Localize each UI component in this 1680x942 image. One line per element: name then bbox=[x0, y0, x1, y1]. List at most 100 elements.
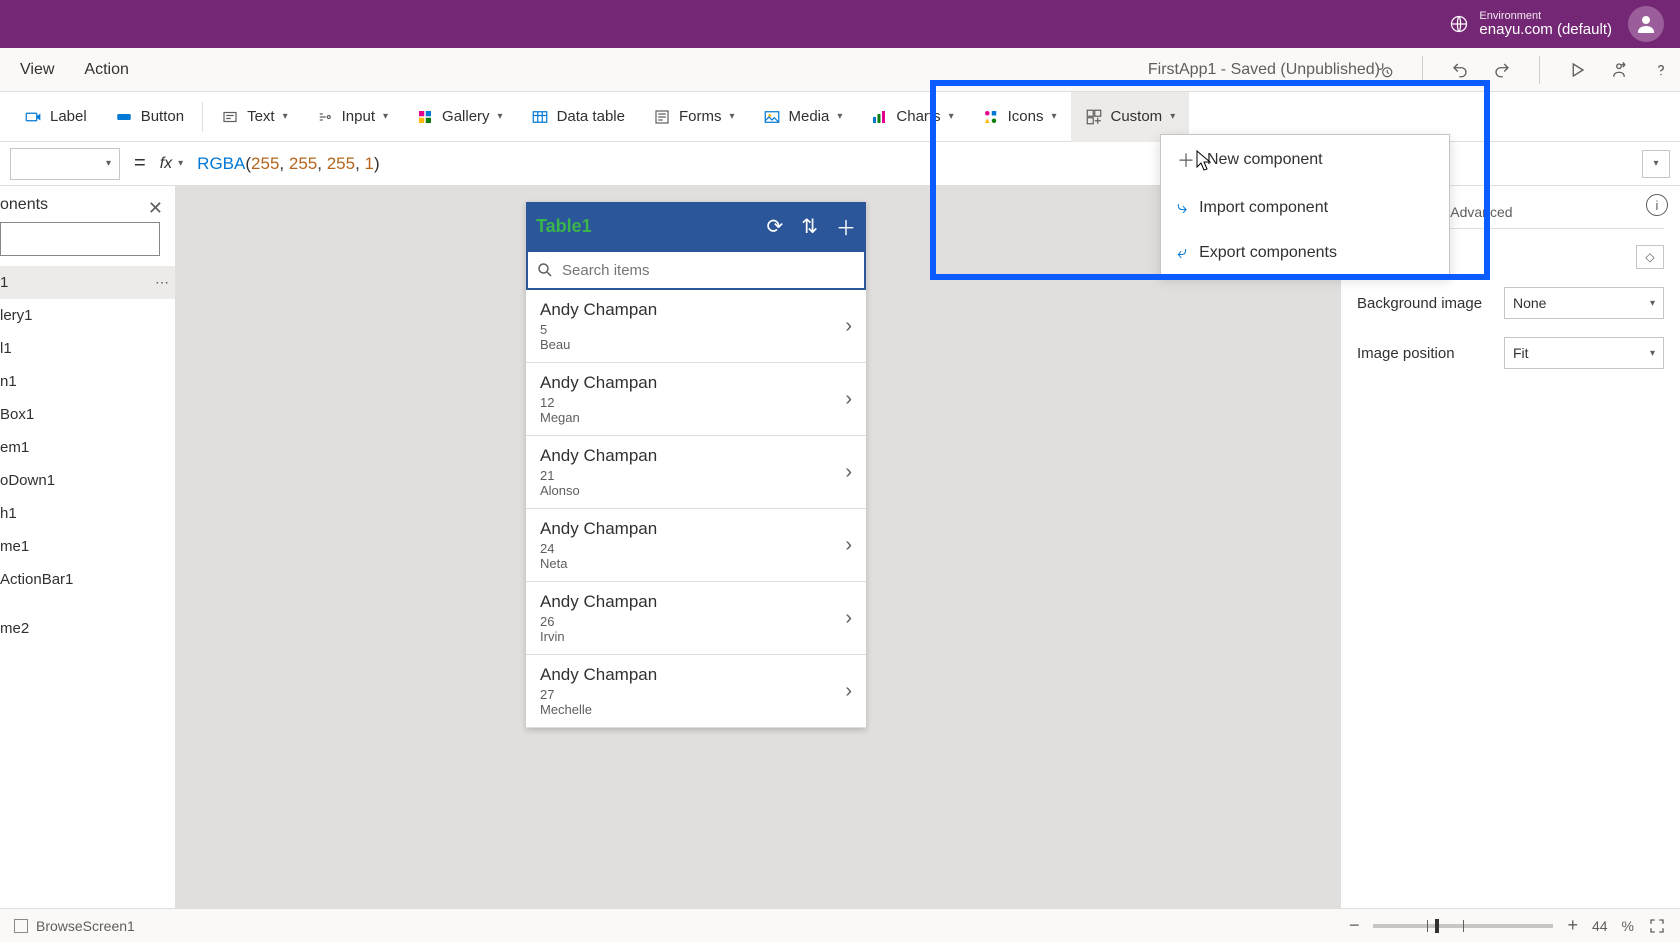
canvas[interactable]: Table1 ⟳ ⇅ ＋ Andy Champan 5 Beau › Andy … bbox=[176, 186, 1340, 908]
charts-icon bbox=[870, 108, 888, 126]
insert-input[interactable]: Input▾ bbox=[302, 92, 402, 142]
tree-item[interactable] bbox=[0, 596, 175, 612]
chevron-down-icon: ▾ bbox=[498, 111, 503, 122]
prop-bgimage-label: Background image bbox=[1357, 295, 1482, 312]
insert-icons[interactable]: Icons ▾ bbox=[968, 92, 1071, 142]
prop-imgpos-row: Image position Fit ▾ bbox=[1357, 337, 1664, 369]
help-icon[interactable] bbox=[1652, 61, 1670, 79]
insert-forms[interactable]: Forms▾ bbox=[639, 92, 749, 142]
undo-icon[interactable] bbox=[1451, 61, 1469, 79]
list-item[interactable]: Andy Champan 27 Mechelle › bbox=[526, 655, 866, 728]
formula-expand[interactable]: ▾ bbox=[1642, 150, 1670, 178]
environment-block[interactable]: Environment enayu.com (default) bbox=[1449, 10, 1612, 39]
tree-item[interactable]: me2 bbox=[0, 612, 175, 645]
property-selector[interactable]: ▾ bbox=[10, 148, 120, 180]
chevron-down-icon: ▾ bbox=[837, 111, 842, 122]
tree-view-pane: ✕ onents 1 ⋯ lery1l1n1Box1em1oDown1h1me1… bbox=[0, 186, 176, 908]
close-icon[interactable]: ✕ bbox=[148, 198, 163, 219]
zoom-in-icon[interactable]: + bbox=[1567, 915, 1578, 936]
tree-item[interactable]: h1 bbox=[0, 497, 175, 530]
chevron-down-icon: ▾ bbox=[1051, 111, 1056, 122]
list-item[interactable]: Andy Champan 12 Megan › bbox=[526, 363, 866, 436]
menu-import-component[interactable]: ⤷ Import component bbox=[1161, 185, 1449, 230]
tree-item[interactable]: em1 bbox=[0, 431, 175, 464]
redo-icon[interactable] bbox=[1493, 61, 1511, 79]
divider bbox=[1539, 56, 1540, 84]
current-screen-name: BrowseScreen1 bbox=[36, 918, 135, 934]
zoom-value: 44 bbox=[1592, 918, 1608, 934]
list-item[interactable]: Andy Champan 21 Alonso › bbox=[526, 436, 866, 509]
app-status: FirstApp1 - Saved (Unpublished) bbox=[1148, 61, 1380, 79]
menu-action[interactable]: Action bbox=[84, 61, 128, 79]
zoom-slider[interactable] bbox=[1373, 924, 1553, 928]
fit-to-window-icon[interactable] bbox=[1648, 917, 1666, 935]
export-icon: ⤶ bbox=[1177, 242, 1187, 263]
insert-text[interactable]: Text▾ bbox=[207, 92, 302, 142]
add-icon[interactable]: ＋ bbox=[836, 212, 856, 241]
phone-preview: Table1 ⟳ ⇅ ＋ Andy Champan 5 Beau › Andy … bbox=[526, 202, 866, 728]
tree-item-selected[interactable]: 1 ⋯ bbox=[0, 266, 175, 299]
list-item[interactable]: Andy Champan 24 Neta › bbox=[526, 509, 866, 582]
separator bbox=[202, 102, 203, 132]
forms-icon bbox=[653, 108, 671, 126]
prop-imgpos-label: Image position bbox=[1357, 345, 1455, 362]
list-item-sub1: 27 bbox=[540, 687, 845, 702]
list-item-sub1: 21 bbox=[540, 468, 845, 483]
share-icon[interactable] bbox=[1610, 61, 1628, 79]
tree-item[interactable]: oDown1 bbox=[0, 464, 175, 497]
chevron-down-icon[interactable]: ▾ bbox=[178, 158, 183, 169]
insert-datatable[interactable]: Data table bbox=[517, 92, 639, 142]
tree-item[interactable]: l1 bbox=[0, 332, 175, 365]
chevron-down-icon: ▾ bbox=[1650, 348, 1655, 359]
app-checker-icon[interactable] bbox=[1376, 61, 1394, 79]
list-item[interactable]: Andy Champan 5 Beau › bbox=[526, 290, 866, 363]
avatar[interactable] bbox=[1628, 6, 1664, 42]
list-item[interactable]: Andy Champan 26 Irvin › bbox=[526, 582, 866, 655]
fill-color-picker[interactable]: ◇ bbox=[1636, 245, 1664, 269]
list-item-title: Andy Champan bbox=[540, 519, 845, 539]
datatable-icon bbox=[531, 108, 549, 126]
tree-item[interactable]: n1 bbox=[0, 365, 175, 398]
chevron-down-icon: ▾ bbox=[1170, 111, 1175, 122]
input-icon bbox=[316, 108, 334, 126]
bgimage-select[interactable]: None ▾ bbox=[1504, 287, 1664, 319]
list-item-sub2: Alonso bbox=[540, 483, 845, 498]
properties-pane: i Properties Advanced Fill ◇ Background … bbox=[1340, 186, 1680, 908]
main-area: ✕ onents 1 ⋯ lery1l1n1Box1em1oDown1h1me1… bbox=[0, 186, 1680, 908]
import-icon: ⤷ bbox=[1177, 197, 1187, 218]
insert-forms-label: Forms bbox=[679, 108, 722, 125]
play-icon[interactable] bbox=[1568, 61, 1586, 79]
menu-export-components-label: Export components bbox=[1199, 244, 1337, 262]
more-icon[interactable]: ⋯ bbox=[155, 274, 171, 291]
tree-item[interactable]: ActionBar1 bbox=[0, 563, 175, 596]
insert-charts[interactable]: Charts▾ bbox=[856, 92, 967, 142]
sort-icon[interactable]: ⇅ bbox=[801, 214, 818, 239]
refresh-icon[interactable]: ⟳ bbox=[766, 214, 783, 239]
tree: 1 ⋯ lery1l1n1Box1em1oDown1h1me1ActionBar… bbox=[0, 266, 175, 645]
tree-search[interactable] bbox=[0, 222, 160, 256]
phone-search[interactable] bbox=[526, 250, 866, 290]
tree-item[interactable]: Box1 bbox=[0, 398, 175, 431]
screen-checkbox[interactable] bbox=[14, 919, 28, 933]
tab-advanced[interactable]: Advanced bbox=[1450, 198, 1512, 228]
fx-label: fx bbox=[160, 155, 172, 173]
insert-media[interactable]: Media▾ bbox=[749, 92, 857, 142]
insert-label[interactable]: Label bbox=[10, 92, 101, 142]
suite-header: Environment enayu.com (default) bbox=[0, 0, 1680, 48]
chevron-down-icon: ▾ bbox=[106, 158, 111, 169]
info-icon[interactable]: i bbox=[1646, 194, 1668, 216]
insert-icons-label: Icons bbox=[1008, 108, 1044, 125]
imgpos-select[interactable]: Fit ▾ bbox=[1504, 337, 1664, 369]
phone-search-input[interactable] bbox=[562, 262, 856, 279]
insert-datatable-label: Data table bbox=[557, 108, 625, 125]
zoom-out-icon[interactable]: − bbox=[1349, 915, 1360, 936]
menu-view[interactable]: View bbox=[20, 61, 54, 79]
list-item-sub1: 26 bbox=[540, 614, 845, 629]
menu-export-components[interactable]: ⤶ Export components bbox=[1161, 230, 1449, 275]
insert-button[interactable]: Button bbox=[101, 92, 198, 142]
chevron-down-icon: ▾ bbox=[1653, 158, 1658, 169]
tree-item[interactable]: lery1 bbox=[0, 299, 175, 332]
tree-item[interactable]: me1 bbox=[0, 530, 175, 563]
insert-gallery[interactable]: Gallery▾ bbox=[402, 92, 517, 142]
mouse-cursor bbox=[1196, 150, 1212, 177]
